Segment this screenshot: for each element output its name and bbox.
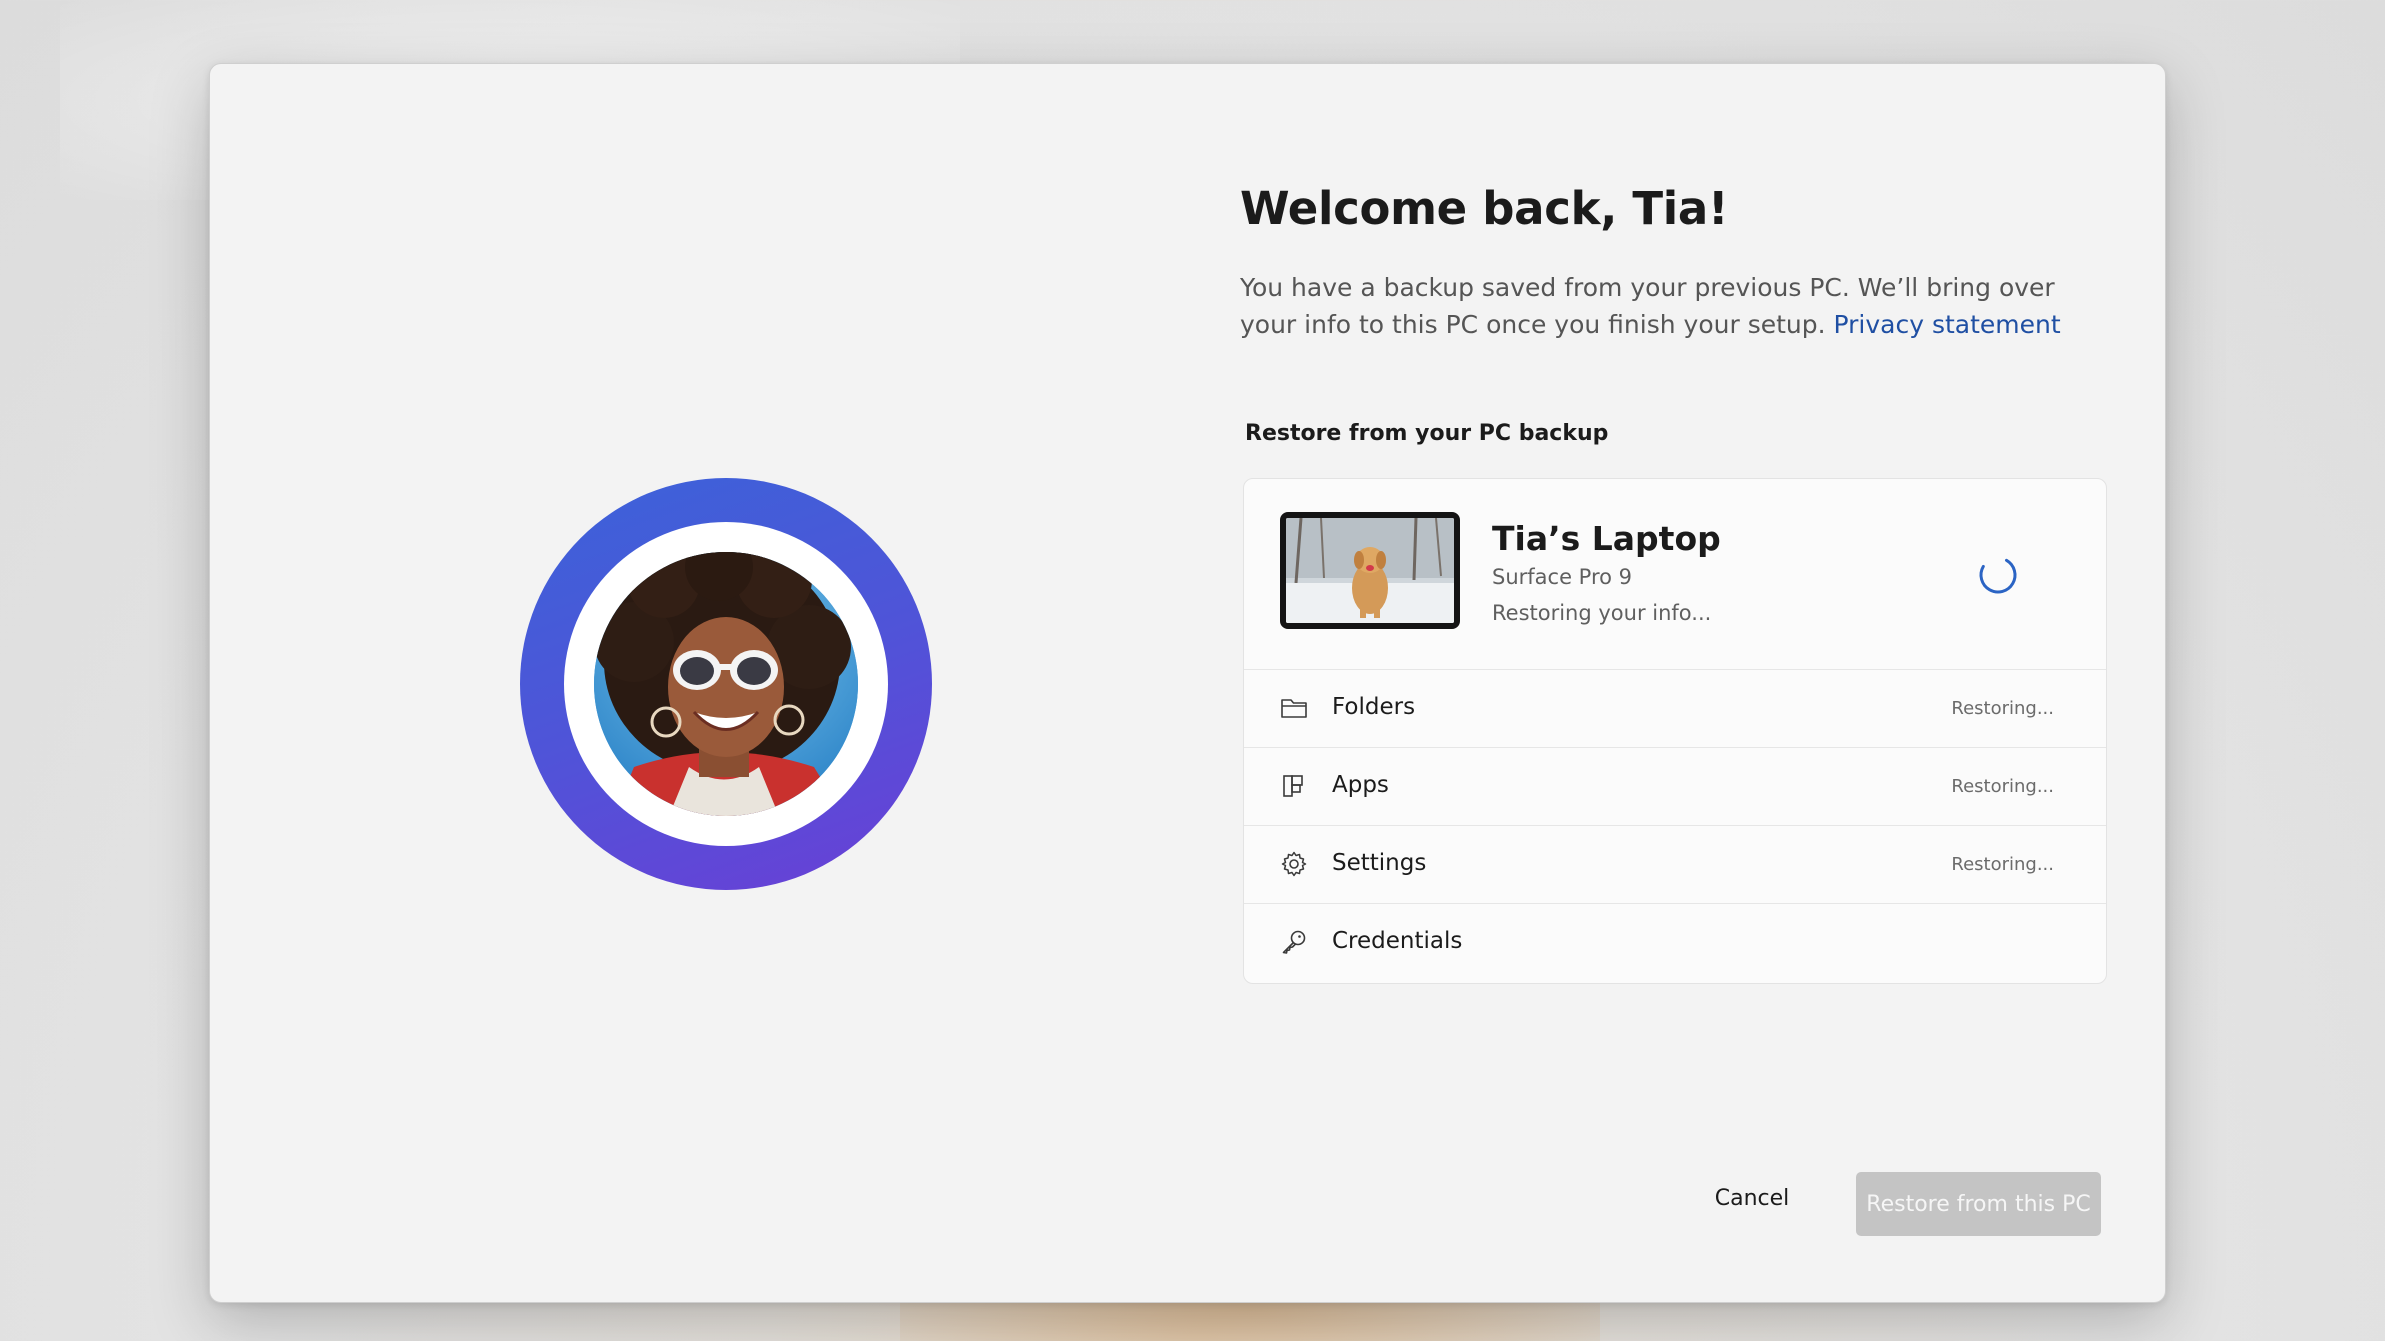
device-status: Restoring your info... xyxy=(1492,601,1712,625)
restore-item-label: Apps xyxy=(1332,772,1389,798)
avatar-photo xyxy=(594,552,858,816)
avatar-portrait-image xyxy=(594,552,858,816)
apps-icon xyxy=(1283,775,1303,797)
page-description: You have a backup saved from your previo… xyxy=(1240,269,2070,343)
restore-from-this-pc-button[interactable]: Restore from this PC xyxy=(1856,1172,2101,1236)
backup-card: Tia’s Laptop Surface Pro 9 Restoring you… xyxy=(1243,478,2107,984)
device-name: Tia’s Laptop xyxy=(1492,519,1721,558)
user-avatar xyxy=(520,478,932,890)
device-row[interactable]: Tia’s Laptop Surface Pro 9 Restoring you… xyxy=(1244,479,2106,670)
restore-item-status: Restoring... xyxy=(1951,698,2054,719)
restore-item-apps: Apps Restoring... xyxy=(1244,748,2106,826)
page-title: Welcome back, Tia! xyxy=(1240,182,1729,235)
restore-item-folders: Folders Restoring... xyxy=(1244,670,2106,748)
restore-item-status: Restoring... xyxy=(1951,776,2054,797)
avatar-inner-ring xyxy=(564,522,888,846)
restore-item-label: Folders xyxy=(1332,694,1416,720)
key-icon xyxy=(1282,930,1306,954)
restore-item-label: Settings xyxy=(1332,850,1427,876)
progress-spinner-icon xyxy=(1979,556,2017,594)
device-thumbnail xyxy=(1280,512,1460,629)
restore-item-settings: Settings Restoring... xyxy=(1244,826,2106,904)
gear-icon xyxy=(1281,851,1307,877)
folder-icon xyxy=(1281,699,1307,718)
device-model: Surface Pro 9 xyxy=(1492,565,1633,589)
cancel-button[interactable]: Cancel xyxy=(1677,1170,1827,1226)
privacy-statement-link[interactable]: Privacy statement xyxy=(1834,310,2061,339)
restore-item-label: Credentials xyxy=(1332,928,1463,954)
dog-in-snow-image xyxy=(1286,518,1454,623)
restore-item-credentials: Credentials xyxy=(1244,904,2106,981)
restore-item-status: Restoring... xyxy=(1951,854,2054,875)
restore-section-label: Restore from your PC backup xyxy=(1245,421,1609,446)
oobe-restore-dialog: Welcome back, Tia! You have a backup sav… xyxy=(209,63,2166,1303)
